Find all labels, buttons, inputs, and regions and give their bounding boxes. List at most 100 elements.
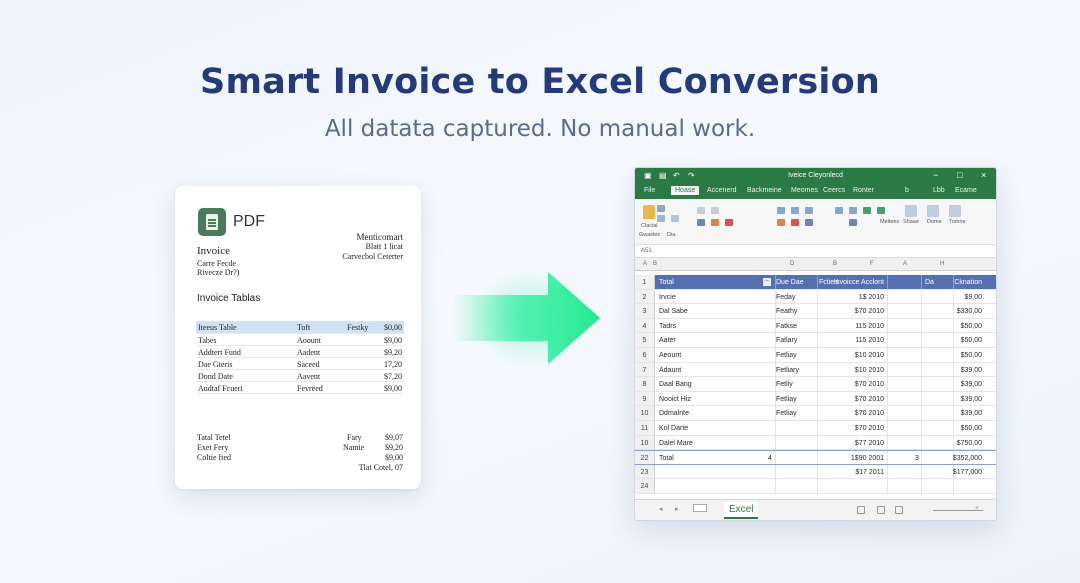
page-break-icon[interactable] bbox=[895, 506, 903, 514]
table-row[interactable]: 22 Total 4 1$90 2001 3 $352,000 bbox=[635, 450, 996, 465]
tab-ceercs[interactable]: Ceercs bbox=[823, 187, 845, 194]
table-cell[interactable]: Aeount bbox=[659, 352, 681, 359]
table-cell[interactable]: $10 2010 bbox=[855, 367, 884, 374]
percent-icon[interactable] bbox=[863, 207, 871, 214]
table-cell[interactable]: Fatlary bbox=[776, 337, 797, 344]
table-row[interactable]: 2 Irvcie Feday 1$ 2010 $9,00 bbox=[635, 289, 996, 305]
align-icon[interactable] bbox=[777, 207, 785, 214]
tab-ecame[interactable]: Ecame bbox=[955, 187, 977, 194]
merge-icon[interactable] bbox=[791, 219, 799, 226]
row-number[interactable]: 2 bbox=[635, 289, 655, 304]
table-cell[interactable]: $39,00 bbox=[961, 410, 982, 417]
row-number[interactable]: 6 bbox=[635, 348, 655, 362]
table-cell[interactable]: $70 2010 bbox=[855, 381, 884, 388]
row-number[interactable]: 4 bbox=[635, 318, 655, 333]
table-cell[interactable]: $50,00 bbox=[961, 425, 982, 432]
copy-icon[interactable] bbox=[657, 215, 665, 222]
font-color-icon[interactable] bbox=[725, 219, 733, 226]
normal-view-icon[interactable] bbox=[857, 506, 865, 514]
table-cell[interactable]: 1$ 2010 bbox=[859, 294, 884, 301]
zoom-in-icon[interactable]: + bbox=[975, 505, 979, 512]
tab-meomes[interactable]: Meomes bbox=[791, 187, 818, 194]
table-cell[interactable]: Ddmalnte bbox=[659, 410, 689, 417]
number-format-icon[interactable] bbox=[849, 207, 857, 214]
table-cell[interactable]: Nooict Hiz bbox=[659, 396, 691, 403]
table-cell[interactable]: Total bbox=[659, 455, 674, 462]
table-row[interactable]: 11 Kol Darte $70 2010 $50,00 bbox=[635, 421, 996, 436]
column-header[interactable]: B bbox=[653, 261, 657, 267]
table-cell[interactable]: $39,00 bbox=[961, 367, 982, 374]
table-cell[interactable]: Fetliay bbox=[776, 396, 797, 403]
cut-icon[interactable] bbox=[657, 205, 665, 212]
table-cell[interactable]: $50,00 bbox=[961, 352, 982, 359]
table-cell[interactable]: Kol Darte bbox=[659, 425, 688, 432]
table-cell[interactable]: $9,00 bbox=[964, 294, 982, 301]
table-cell[interactable]: $10 2010 bbox=[855, 352, 884, 359]
tab-accent[interactable]: Accenerd bbox=[707, 187, 737, 194]
row-number[interactable]: 7 bbox=[635, 362, 655, 377]
table-row[interactable]: 4 Tadrs Fatkse 115 2010 $50,00 bbox=[635, 318, 996, 334]
tab-ronter[interactable]: Ronter bbox=[853, 187, 874, 194]
table-row[interactable]: 10 Dalel Mare $77 2010 $750,00 bbox=[635, 435, 996, 451]
paste-icon[interactable] bbox=[643, 205, 655, 219]
column-header[interactable]: D bbox=[790, 261, 794, 267]
minimize-icon[interactable]: − bbox=[933, 170, 938, 180]
format-painter-icon[interactable] bbox=[671, 215, 679, 222]
table-cell[interactable]: $750,00 bbox=[957, 440, 982, 447]
page-layout-icon[interactable] bbox=[877, 506, 885, 514]
table-cell[interactable]: Fetliay bbox=[776, 352, 797, 359]
column-header[interactable]: A bbox=[643, 261, 647, 267]
row-number[interactable]: 1 bbox=[635, 275, 655, 289]
table-cell[interactable]: Feathy bbox=[776, 308, 797, 315]
row-number[interactable]: 10 bbox=[635, 435, 655, 450]
table-cell[interactable]: Fatkse bbox=[776, 323, 797, 330]
table-cell[interactable]: 115 2010 bbox=[855, 323, 884, 330]
row-number[interactable]: 3 bbox=[635, 304, 655, 318]
table-cell[interactable]: 3 bbox=[915, 455, 919, 462]
table-cell[interactable]: 1$90 2001 bbox=[851, 455, 884, 462]
table-row[interactable]: 3 Dal Sabe Feathy $70 2010 $330,00 bbox=[635, 304, 996, 319]
row-number[interactable]: 11 bbox=[635, 421, 655, 435]
conditional-format-icon[interactable] bbox=[905, 205, 917, 217]
align-icon[interactable] bbox=[791, 207, 799, 214]
row-number[interactable]: 8 bbox=[635, 377, 655, 391]
table-cell[interactable]: Irvcie bbox=[659, 294, 676, 301]
indent-icon[interactable] bbox=[805, 219, 813, 226]
table-cell[interactable]: Fetliay bbox=[776, 410, 797, 417]
table-cell[interactable]: $70 2010 bbox=[855, 425, 884, 432]
name-box[interactable]: A51 bbox=[641, 248, 652, 254]
row-number[interactable]: 22 bbox=[635, 451, 655, 464]
table-cell[interactable]: Fetliary bbox=[776, 367, 799, 374]
table-row[interactable]: 7 Adaunt Fetliary $10 2010 $39,00 bbox=[635, 362, 996, 378]
sheet-tab-excel[interactable]: Excel bbox=[724, 502, 759, 519]
table-cell[interactable]: Dal Sabe bbox=[659, 308, 688, 315]
table-row[interactable]: 10 Ddmalnte Fetliay $70 2010 $39,00 bbox=[635, 406, 996, 421]
bold-icon[interactable] bbox=[697, 219, 705, 226]
table-cell[interactable]: $39,00 bbox=[961, 381, 982, 388]
table-header-row[interactable]: 1 Total Due Dae Fctiert Invoicce Acclont Da Ck… bbox=[635, 275, 996, 290]
column-header[interactable]: F bbox=[870, 261, 874, 267]
close-icon[interactable]: × bbox=[981, 170, 986, 180]
table-cell[interactable]: Dalel Mare bbox=[659, 440, 693, 447]
table-cell[interactable]: $70 2010 bbox=[855, 396, 884, 403]
row-number[interactable]: 9 bbox=[635, 391, 655, 406]
cell-styles-icon[interactable] bbox=[949, 205, 961, 217]
table-cell[interactable]: Total bbox=[659, 279, 674, 286]
table-cell[interactable]: $352,000 bbox=[953, 455, 982, 462]
tab-home[interactable]: Hoase bbox=[671, 186, 700, 195]
table-cell[interactable]: $330,00 bbox=[957, 308, 982, 315]
row-number[interactable]: 10 bbox=[635, 406, 655, 420]
row-number[interactable]: 5 bbox=[635, 333, 655, 347]
row-number[interactable]: 24 bbox=[635, 479, 655, 493]
table-cell[interactable]: Da bbox=[925, 279, 934, 286]
fill-color-icon[interactable] bbox=[711, 219, 719, 226]
font-box-icon[interactable] bbox=[697, 207, 705, 214]
table-cell[interactable]: Daal Bang bbox=[659, 381, 692, 388]
sheet-prev-icon[interactable]: ◂ bbox=[659, 505, 663, 513]
sheet-next-icon[interactable]: ▸ bbox=[675, 505, 679, 513]
tab-backmeine[interactable]: Backmeine bbox=[747, 187, 782, 194]
table-cell[interactable]: $77 2010 bbox=[855, 440, 884, 447]
table-cell[interactable]: $70 2010 bbox=[855, 410, 884, 417]
table-cell[interactable]: $17 2011 bbox=[855, 469, 884, 476]
tab-lbb[interactable]: Lbb bbox=[933, 187, 945, 194]
